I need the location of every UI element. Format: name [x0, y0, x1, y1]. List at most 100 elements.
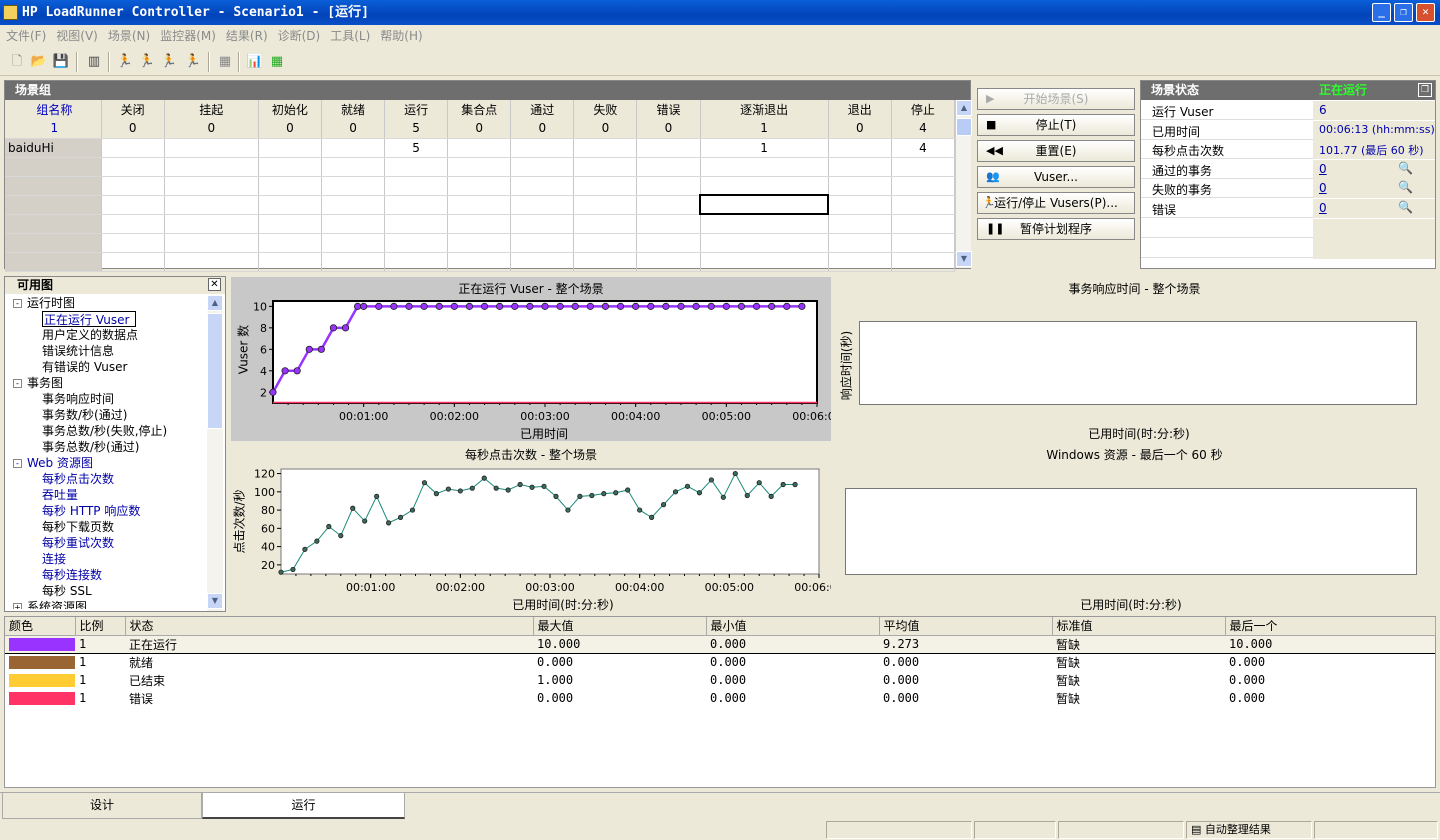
transaction-response-graph[interactable]: 事务响应时间 - 整个场景 已用时间(时:分:秒) 响应时间(秒) [833, 277, 1436, 441]
expand-icon[interactable]: + [13, 603, 22, 609]
column-header[interactable]: 集合点 [447, 100, 512, 119]
scroll-down-icon[interactable]: ▼ [207, 593, 223, 609]
column-header[interactable]: 停止 [891, 100, 956, 119]
menu-scenario[interactable]: 场景(N) [106, 25, 158, 45]
menu-file[interactable]: 文件(F) [4, 25, 54, 45]
maximize-icon[interactable]: ❐ [1418, 83, 1432, 97]
group-cell[interactable] [447, 138, 512, 158]
run-icon[interactable]: 🏃 [116, 53, 134, 70]
grid-icon[interactable]: ▦ [268, 53, 286, 70]
column-header[interactable]: 挂起 [164, 100, 259, 119]
legend-row[interactable]: 1 就绪 0.000 0.000 0.000 暂缺 0.000 [5, 653, 1435, 671]
vusers-button[interactable]: 👥 Vuser... [977, 166, 1135, 188]
tree-item[interactable]: 连接 [42, 551, 66, 567]
tab-run[interactable]: 运行 [202, 793, 405, 819]
scroll-down-icon[interactable]: ▼ [956, 251, 972, 267]
legend-column-header[interactable]: 最大值 [533, 617, 707, 636]
scenario-groups-scrollbar[interactable]: ▲ ▼ [955, 100, 972, 268]
menu-view[interactable]: 视图(V) [54, 25, 106, 45]
stop-button[interactable]: ■ 停止(T) [977, 114, 1135, 136]
group-cell[interactable]: baiduHi [5, 138, 102, 158]
search-icon[interactable]: 🔍 [1398, 200, 1413, 214]
stop-vuser-icon[interactable]: 🏃 [160, 53, 178, 70]
status-row-failed[interactable]: 失败的事务 0 🔍 [1141, 179, 1435, 198]
menu-tools[interactable]: 工具(L) [328, 25, 378, 45]
scroll-up-icon[interactable]: ▲ [207, 295, 223, 311]
tree-item[interactable]: 每秒连接数 [42, 567, 102, 583]
column-header[interactable]: 就绪 [321, 100, 386, 119]
menu-help[interactable]: 帮助(H) [378, 25, 430, 45]
gradual-stop-icon[interactable]: 🏃 [138, 53, 156, 70]
menu-diagnostics[interactable]: 诊断(D) [276, 25, 329, 45]
running-vusers-graph[interactable]: 正在运行 Vuser - 整个场景 2 4 6 8 10 00:01:00 00:02:00… [231, 277, 831, 441]
menu-monitors[interactable]: 监控器(M) [158, 25, 224, 45]
collapse-icon[interactable]: - [13, 299, 22, 308]
tree-item[interactable]: 每秒重试次数 [42, 535, 114, 551]
analysis-icon[interactable]: 📊 [246, 53, 264, 70]
legend-column-header[interactable]: 状态 [125, 617, 534, 636]
group-cell[interactable]: 5 [384, 138, 449, 158]
run-stop-vusers-button[interactable]: 🏃 运行/停止 Vusers(P)... [977, 192, 1135, 214]
menu-results[interactable]: 结果(R) [224, 25, 276, 45]
collate-icon[interactable]: ▥ [85, 53, 103, 70]
reset-button[interactable]: ◀◀ 重置(E) [977, 140, 1135, 162]
search-icon[interactable]: 🔍 [1398, 161, 1413, 175]
legend-column-header[interactable]: 平均值 [879, 617, 1053, 636]
tree-item[interactable]: 每秒点击次数 [42, 471, 114, 487]
tree-item[interactable]: 事务总数/秒(通过) [42, 439, 139, 455]
collapse-icon[interactable]: - [13, 379, 22, 388]
pause-scheduler-button[interactable]: ❚❚ 暂停计划程序 [977, 218, 1135, 240]
legend-column-header[interactable]: 颜色 [5, 617, 76, 636]
tree-item[interactable]: 用户定义的数据点 [42, 327, 138, 343]
close-icon[interactable]: ✕ [208, 278, 221, 291]
group-cell[interactable] [101, 138, 165, 158]
tree-item[interactable]: 每秒 SSL [42, 583, 92, 599]
group-cell[interactable] [164, 138, 259, 158]
restore-button[interactable]: ❐ [1394, 3, 1413, 22]
tree-item[interactable]: 每秒下载页数 [42, 519, 114, 535]
legend-column-header[interactable]: 比例 [75, 617, 126, 636]
save-icon[interactable]: 💾 [52, 53, 70, 70]
group-cell[interactable] [321, 138, 386, 158]
tree-category[interactable]: - Web 资源图 [13, 455, 93, 471]
column-header[interactable]: 关闭 [101, 100, 165, 119]
tree-category[interactable]: - 事务图 [13, 375, 63, 391]
legend-column-header[interactable]: 最小值 [706, 617, 880, 636]
new-icon[interactable]: 🗋 [8, 53, 26, 70]
start-scenario-button[interactable]: ▶ 开始场景(S) [977, 88, 1135, 110]
windows-resources-graph[interactable]: Windows 资源 - 最后一个 60 秒 已用时间(时:分:秒) [833, 443, 1436, 612]
tree-item[interactable]: 有错误的 Vuser [42, 359, 127, 375]
scroll-thumb[interactable] [956, 118, 972, 136]
legend-row[interactable]: 1 已结束 1.000 0.000 0.000 暂缺 0.000 [5, 671, 1435, 689]
scroll-thumb[interactable] [207, 313, 223, 429]
tree-category[interactable]: + 系统资源图 [13, 599, 87, 609]
group-cell[interactable]: 4 [891, 138, 956, 158]
graph-tree-scrollbar[interactable]: ▲ ▼ [207, 295, 223, 611]
column-header[interactable]: 逐渐退出 [700, 100, 829, 119]
search-icon[interactable]: 🔍 [1398, 180, 1413, 194]
column-header[interactable]: 错误 [636, 100, 701, 119]
scroll-up-icon[interactable]: ▲ [956, 100, 972, 116]
status-row-errors[interactable]: 错误 0 🔍 [1141, 199, 1435, 218]
stop-all-icon[interactable]: 🏃 [184, 53, 202, 70]
column-header[interactable]: 初始化 [258, 100, 322, 119]
tree-item[interactable]: 事务响应时间 [42, 391, 114, 407]
group-cell[interactable] [510, 138, 575, 158]
collapse-icon[interactable]: - [13, 459, 22, 468]
column-header[interactable]: 通过 [510, 100, 575, 119]
legend-column-header[interactable]: 最后一个 [1225, 617, 1436, 636]
hits-per-second-graph[interactable]: 每秒点击次数 - 整个场景 20 40 60 80 100 120 00:01:00 00:0… [231, 443, 831, 612]
minimize-button[interactable]: _ [1372, 3, 1391, 22]
legend-row[interactable]: 1 错误 0.000 0.000 0.000 暂缺 0.000 [5, 689, 1435, 707]
open-icon[interactable]: 📂 [30, 53, 48, 70]
status-row-passed[interactable]: 通过的事务 0 🔍 [1141, 160, 1435, 179]
group-cell[interactable] [573, 138, 638, 158]
schedule-icon[interactable]: ▦ [216, 53, 234, 70]
group-cell[interactable] [636, 138, 701, 158]
group-cell[interactable]: 1 [700, 138, 829, 158]
group-cell[interactable] [258, 138, 322, 158]
tree-item[interactable]: 吞吐量 [42, 487, 78, 503]
tree-item[interactable]: 正在运行 Vuser [42, 311, 137, 327]
tree-category[interactable]: - 运行时图 [13, 295, 75, 311]
column-header[interactable]: 退出 [828, 100, 892, 119]
